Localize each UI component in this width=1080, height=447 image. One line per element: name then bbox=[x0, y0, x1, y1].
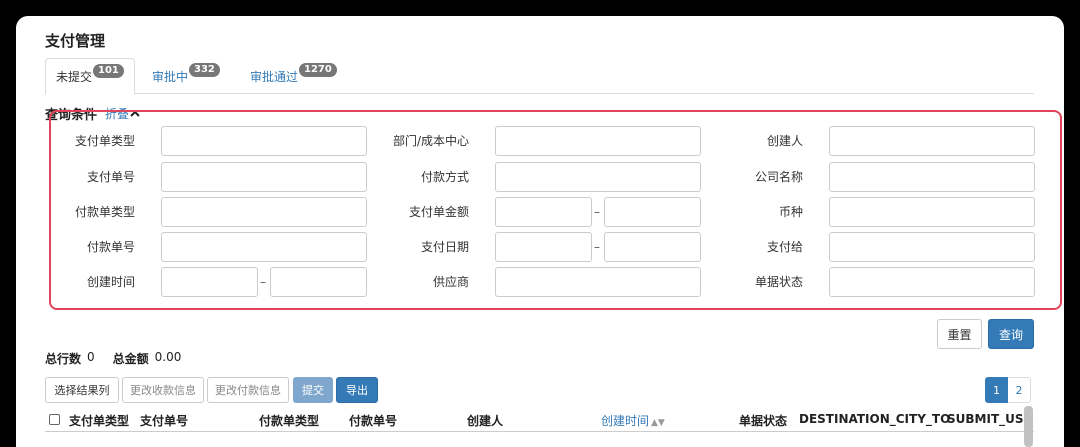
pagination: 1 2 bbox=[985, 377, 1031, 403]
company-name-input[interactable] bbox=[829, 162, 1035, 192]
total-amount-value: 0.00 bbox=[154, 350, 182, 364]
change-payment-info-button[interactable]: 更改付款信息 bbox=[207, 377, 289, 403]
label-doc-status: 单据状态 bbox=[754, 275, 803, 289]
range-separator: – bbox=[594, 205, 600, 219]
label-create-time: 创建时间 bbox=[86, 275, 135, 289]
label-payment-doc-type: 付款单类型 bbox=[74, 205, 135, 219]
page-1-button[interactable]: 1 bbox=[985, 377, 1008, 403]
payment-doc-no-input[interactable] bbox=[161, 232, 367, 262]
currency-input[interactable] bbox=[829, 197, 1035, 227]
select-all-checkbox[interactable] bbox=[49, 414, 60, 425]
label-supplier: 供应商 bbox=[432, 275, 469, 289]
pay-doc-type-input[interactable] bbox=[161, 126, 367, 156]
submit-button[interactable]: 提交 bbox=[293, 377, 333, 403]
column-header[interactable]: DESTINATION_CITY_TO bbox=[799, 412, 950, 426]
dept-cost-center-input[interactable] bbox=[495, 126, 701, 156]
label-dept-cost-center: 部门/成本中心 bbox=[392, 134, 469, 148]
table-header: 支付单类型 支付单号 付款单类型 付款单号 创建人 创建时间 ▲▼ 单据状态 DE… bbox=[45, 408, 1034, 432]
count-badge: 101 bbox=[93, 63, 124, 78]
payment-doc-type-input[interactable] bbox=[161, 197, 367, 227]
label-payment-doc-no: 付款单号 bbox=[86, 240, 135, 254]
table-scrollbar[interactable] bbox=[1024, 406, 1033, 447]
change-receipt-info-button[interactable]: 更改收款信息 bbox=[122, 377, 204, 403]
total-rows-value: 0 bbox=[87, 350, 95, 364]
pay-to-input[interactable] bbox=[829, 232, 1035, 262]
total-amount-label: 总金额 bbox=[112, 352, 149, 366]
supplier-input[interactable] bbox=[495, 267, 701, 297]
tab-in-approval[interactable]: 审批中 332 bbox=[142, 58, 230, 94]
total-rows-label: 总行数 bbox=[45, 352, 82, 366]
pay-date-to-input[interactable] bbox=[604, 232, 701, 262]
column-header[interactable]: 创建人 bbox=[467, 412, 503, 429]
column-header[interactable]: SUBMIT_USE bbox=[947, 412, 1032, 426]
select-columns-button[interactable]: 选择结果列 bbox=[45, 377, 119, 403]
payment-method-input[interactable] bbox=[495, 162, 701, 192]
summary-bar: 总行数 0 总金额 0.00 bbox=[45, 350, 181, 367]
column-header-label: 创建时间 bbox=[601, 414, 650, 428]
label-pay-doc-type: 支付单类型 bbox=[74, 134, 135, 148]
doc-status-input[interactable] bbox=[829, 267, 1035, 297]
label-pay-to: 支付给 bbox=[766, 240, 803, 254]
range-separator: – bbox=[594, 240, 600, 254]
range-separator: – bbox=[260, 275, 266, 289]
column-header[interactable]: 支付单类型 bbox=[69, 412, 129, 429]
column-header[interactable]: 付款单号 bbox=[349, 412, 397, 429]
sort-icon: ▲▼ bbox=[651, 418, 665, 428]
tab-bar: 未提交 101 审批中 332 审批通过 1270 bbox=[45, 58, 1034, 95]
label-pay-date: 支付日期 bbox=[420, 240, 469, 254]
label-pay-doc-amount: 支付单金额 bbox=[408, 205, 469, 219]
create-time-to-input[interactable] bbox=[270, 267, 367, 297]
count-badge: 332 bbox=[189, 63, 220, 77]
label-payment-method: 付款方式 bbox=[420, 170, 469, 184]
column-header-sortable[interactable]: 创建时间 ▲▼ bbox=[601, 412, 665, 429]
amount-to-input[interactable] bbox=[604, 197, 701, 227]
pay-date-from-input[interactable] bbox=[495, 232, 592, 262]
label-company-name: 公司名称 bbox=[754, 170, 803, 184]
export-button[interactable]: 导出 bbox=[336, 377, 378, 403]
tab-label: 审批中 bbox=[152, 69, 189, 84]
label-currency: 币种 bbox=[778, 205, 803, 219]
column-header[interactable]: 付款单类型 bbox=[259, 412, 319, 429]
tab-unsubmitted[interactable]: 未提交 101 bbox=[45, 58, 135, 95]
column-header[interactable]: 单据状态 bbox=[739, 412, 787, 429]
label-creator: 创建人 bbox=[766, 134, 803, 148]
page-title: 支付管理 bbox=[45, 32, 106, 50]
amount-from-input[interactable] bbox=[495, 197, 592, 227]
search-button[interactable]: 查询 bbox=[988, 319, 1034, 349]
count-badge: 1270 bbox=[299, 63, 337, 77]
tab-approved[interactable]: 审批通过 1270 bbox=[240, 58, 347, 94]
label-pay-doc-no: 支付单号 bbox=[86, 170, 135, 184]
column-header[interactable]: 支付单号 bbox=[140, 412, 188, 429]
page-2-button[interactable]: 2 bbox=[1008, 377, 1031, 403]
creator-input[interactable] bbox=[829, 126, 1035, 156]
reset-button[interactable]: 重置 bbox=[937, 319, 982, 349]
create-time-from-input[interactable] bbox=[161, 267, 258, 297]
pay-doc-no-input[interactable] bbox=[161, 162, 367, 192]
app-window: 支付管理 未提交 101 审批中 332 审批通过 1270 查询条件 折叠 支付单类… bbox=[16, 16, 1064, 447]
tab-label: 未提交 bbox=[56, 70, 93, 84]
tab-label: 审批通过 bbox=[250, 69, 299, 84]
